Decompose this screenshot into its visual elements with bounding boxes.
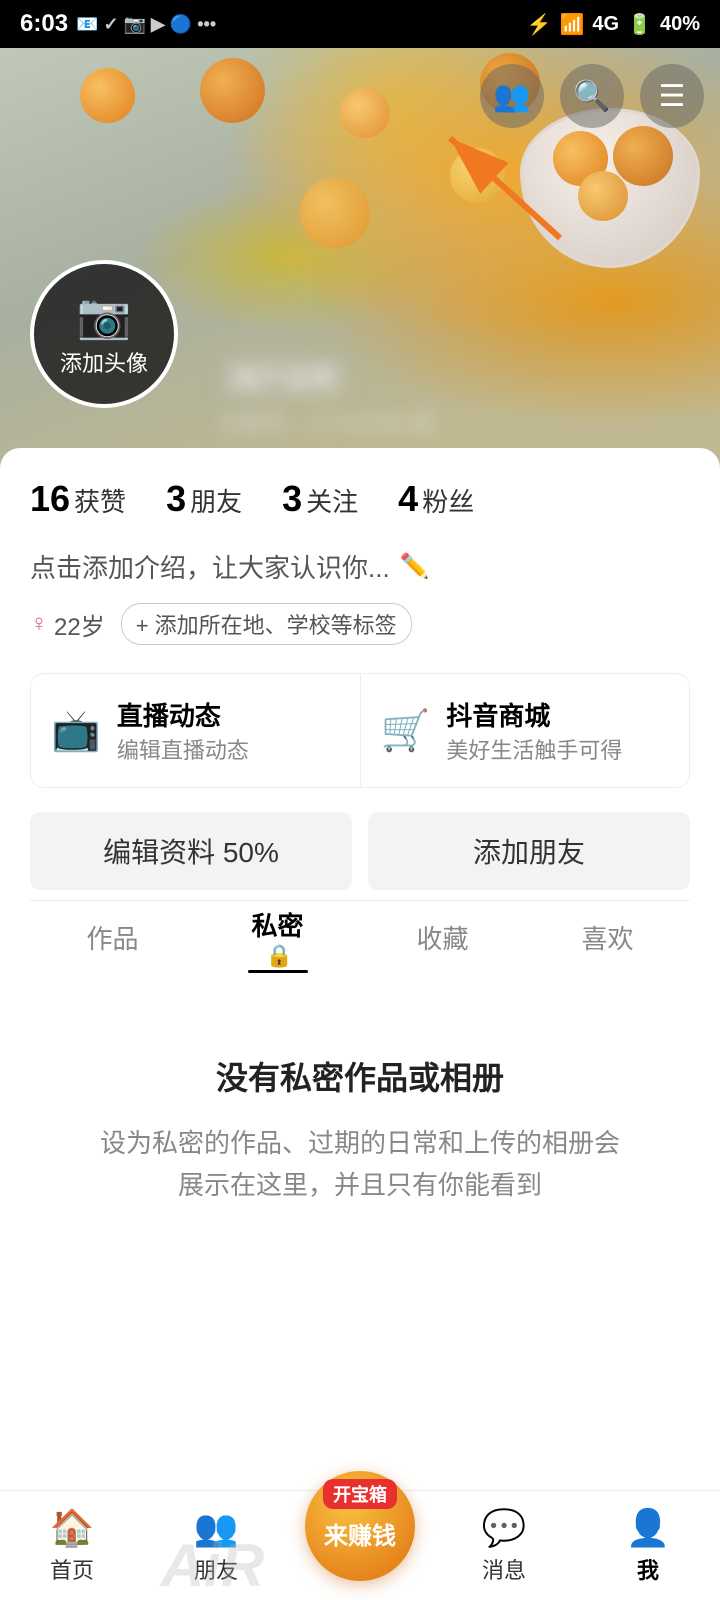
tab-private[interactable]: 私密🔒	[195, 901, 360, 973]
fruit-decoration-2	[200, 58, 265, 123]
empty-description: 设为私密的作品、过期的日常和上传的相册会展示在这里，并且只有你能看到	[100, 1123, 620, 1206]
nav-friends[interactable]: 👥 朋友	[144, 1507, 288, 1585]
friends-icon: 👥	[194, 1507, 239, 1549]
tags-row: ♀ 22岁 + 添加所在地、学校等标签	[30, 603, 690, 645]
bowl-fruit-2	[613, 126, 673, 186]
status-bar: 6:03 📧 ✓ 📷 ▶ 🔵 ••• ⚡ 📶 4G 🔋 40%	[0, 0, 720, 48]
nav-home[interactable]: 🏠 首页	[0, 1507, 144, 1585]
notification-icons: 📧 ✓ 📷 ▶ 🔵 •••	[76, 14, 216, 35]
shop-title: 抖音商城	[446, 696, 622, 733]
nav-home-label: 首页	[50, 1553, 94, 1585]
nav-me[interactable]: 👤 我	[576, 1507, 720, 1585]
nav-messages[interactable]: 💬 消息	[432, 1507, 576, 1585]
fruit-decoration-1	[80, 68, 135, 123]
shop-icon: 🛒	[381, 707, 431, 754]
feature-card-shop[interactable]: 🛒 抖音商城 美好生活触手可得	[361, 674, 690, 787]
status-time-area: 6:03 📧 ✓ 📷 ▶ 🔵 •••	[20, 10, 216, 38]
nav-messages-label: 消息	[482, 1553, 526, 1585]
wifi-icon: 📶	[559, 12, 584, 37]
home-icon: 🏠	[50, 1507, 95, 1549]
followers-label: 粉丝	[422, 482, 474, 519]
search-icon-button[interactable]: 🔍	[560, 64, 624, 128]
content-tabs: 作品 私密🔒 收藏 喜欢	[30, 900, 690, 973]
action-buttons-row: 编辑资料 50% 添加朋友	[30, 812, 690, 890]
following-count: 3	[282, 478, 302, 520]
stats-row: 16 获赞 3 朋友 3 关注 4 粉丝	[30, 478, 690, 520]
earn-main-label: 来赚钱	[324, 1516, 396, 1551]
live-icon: 📺	[51, 707, 101, 754]
empty-state: 没有私密作品或相册 设为私密的作品、过期的日常和上传的相册会展示在这里，并且只有…	[0, 973, 720, 1393]
avatar-section[interactable]: 📷 添加头像	[30, 260, 178, 408]
female-icon: ♀	[30, 610, 48, 638]
friends-label: 朋友	[190, 482, 242, 519]
messages-icon: 💬	[482, 1507, 527, 1549]
add-avatar-label: 添加头像	[60, 346, 148, 378]
people-icon-button[interactable]: 👥	[480, 64, 544, 128]
stat-friends[interactable]: 3 朋友	[166, 478, 242, 520]
likes-label: 获赞	[74, 482, 126, 519]
fruit-decoration-3	[340, 88, 390, 138]
empty-title: 没有私密作品或相册	[216, 1053, 504, 1099]
tab-likes[interactable]: 喜欢	[525, 901, 690, 973]
nav-friends-label: 朋友	[194, 1553, 238, 1585]
age-label: 22岁	[54, 607, 105, 642]
profile-icon: 👤	[626, 1507, 671, 1549]
live-info: 直播动态 编辑直播动态	[117, 696, 249, 765]
feature-card-live[interactable]: 📺 直播动态 编辑直播动态	[31, 674, 361, 787]
add-tag-label: + 添加所在地、学校等标签	[136, 608, 397, 640]
tab-collections[interactable]: 收藏	[360, 901, 525, 973]
userid-blurred: 抖音号：LLY10336 磁	[220, 406, 435, 438]
shop-subtitle: 美好生活触手可得	[446, 733, 622, 765]
stat-following[interactable]: 3 关注	[282, 478, 358, 520]
avatar-circle[interactable]: 📷 添加头像	[30, 260, 178, 408]
header-action-icons: 👥 🔍 ☰	[480, 64, 704, 128]
camera-icon: 📷	[77, 290, 132, 342]
followers-count: 4	[398, 478, 418, 520]
profile-section: 16 获赞 3 朋友 3 关注 4 粉丝 点击添加介绍，让大家认识你... ✏️…	[0, 448, 720, 973]
tab-works[interactable]: 作品	[30, 901, 195, 973]
username-area: 用户名称 抖音号：LLY10336 磁	[220, 355, 435, 438]
add-tag-button[interactable]: + 添加所在地、学校等标签	[121, 603, 412, 645]
stat-followers[interactable]: 4 粉丝	[398, 478, 474, 520]
battery-icon: 🔋	[627, 12, 652, 37]
profile-banner: 👥 🔍 ☰ 📷 添加头像 用户名称 抖音号：LLY10336 磁	[0, 48, 720, 468]
nav-me-label: 我	[637, 1553, 659, 1585]
earn-tag-label: 开宝箱	[323, 1479, 397, 1509]
bio-text: 点击添加介绍，让大家认识你...	[30, 548, 390, 585]
bio-row[interactable]: 点击添加介绍，让大家认识你... ✏️	[30, 548, 690, 585]
likes-count: 16	[30, 478, 70, 520]
earn-badge[interactable]: 开宝箱 来赚钱	[305, 1471, 415, 1581]
nav-earn[interactable]: 开宝箱 来赚钱	[288, 1471, 432, 1581]
menu-icon-button[interactable]: ☰	[640, 64, 704, 128]
live-title: 直播动态	[117, 696, 249, 733]
live-subtitle: 编辑直播动态	[117, 733, 249, 765]
feature-cards-row: 📺 直播动态 编辑直播动态 🛒 抖音商城 美好生活触手可得	[30, 673, 690, 788]
hamburger-icon: ☰	[659, 79, 686, 114]
edit-profile-button[interactable]: 编辑资料 50%	[30, 812, 352, 890]
search-icon: 🔍	[573, 79, 610, 114]
bowl-fruit-3	[578, 171, 628, 221]
stat-likes[interactable]: 16 获赞	[30, 478, 126, 520]
people-icon: 👥	[493, 79, 530, 114]
following-label: 关注	[306, 482, 358, 519]
bottom-navigation: 🏠 首页 👥 朋友 开宝箱 来赚钱 💬 消息 👤 我	[0, 1490, 720, 1600]
lock-icon: 🔒	[266, 943, 293, 969]
age-tag: ♀ 22岁	[30, 607, 105, 642]
battery-percent: 40%	[660, 13, 700, 36]
status-time: 6:03	[20, 10, 68, 38]
status-right-area: ⚡ 📶 4G 🔋 40%	[527, 12, 700, 37]
shop-info: 抖音商城 美好生活触手可得	[446, 696, 622, 765]
add-friend-button[interactable]: 添加朋友	[368, 812, 690, 890]
edit-bio-icon[interactable]: ✏️	[400, 552, 430, 581]
bluetooth-icon: ⚡	[527, 12, 552, 37]
username-blurred: 用户名称	[220, 355, 348, 400]
fruit-decoration-6	[300, 178, 370, 248]
friends-count: 3	[166, 478, 186, 520]
arrow-annotation	[420, 128, 580, 248]
signal-icon: 4G	[592, 13, 619, 36]
